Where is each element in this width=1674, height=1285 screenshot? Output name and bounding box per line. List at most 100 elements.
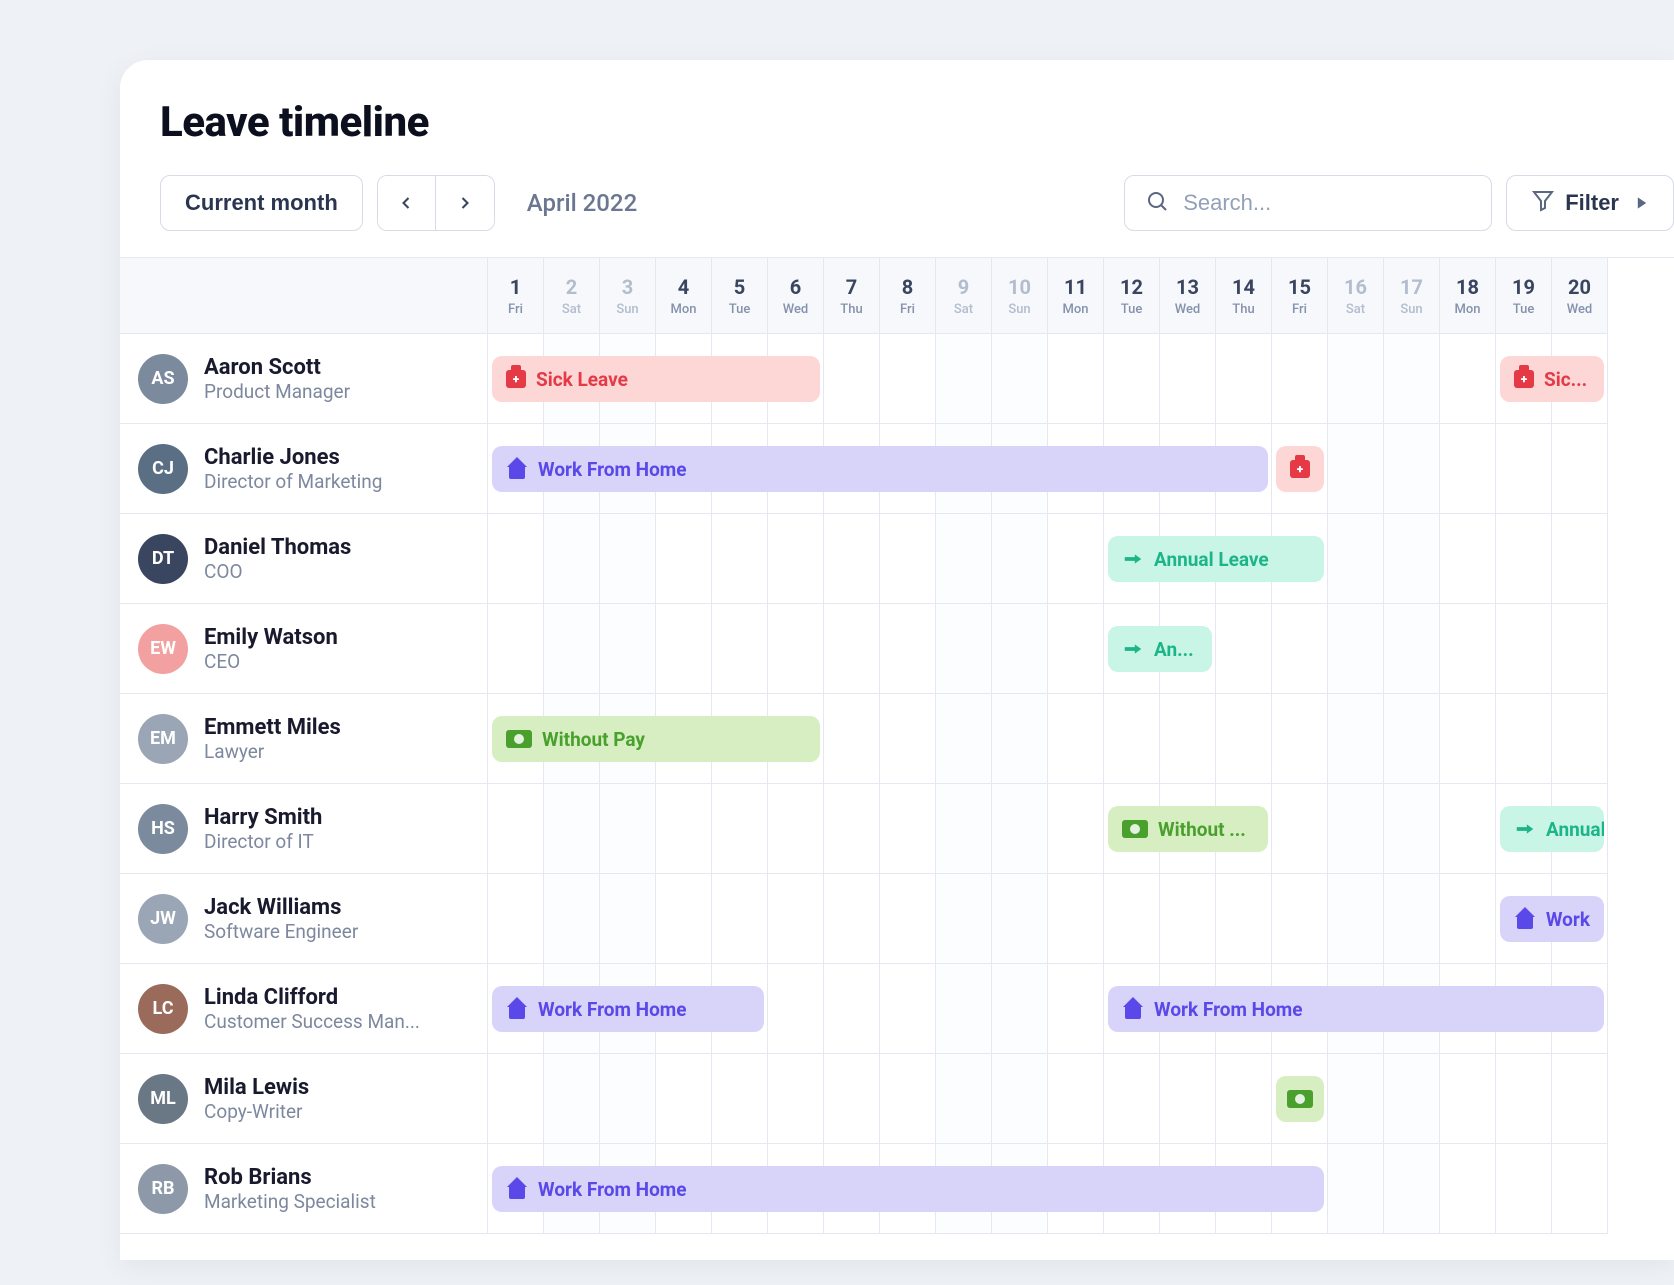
day-cell[interactable] bbox=[1328, 784, 1384, 874]
person-cell[interactable]: JWJack WilliamsSoftware Engineer bbox=[120, 874, 488, 964]
day-cell[interactable] bbox=[1552, 1144, 1608, 1234]
day-cell[interactable] bbox=[824, 964, 880, 1054]
day-cell[interactable] bbox=[936, 604, 992, 694]
search-box[interactable] bbox=[1124, 175, 1492, 231]
day-cell[interactable] bbox=[1328, 694, 1384, 784]
day-cell[interactable] bbox=[1328, 424, 1384, 514]
day-cell[interactable] bbox=[600, 514, 656, 604]
day-cell[interactable] bbox=[824, 694, 880, 784]
day-cell[interactable] bbox=[1328, 874, 1384, 964]
day-cell[interactable] bbox=[880, 334, 936, 424]
person-cell[interactable]: CJCharlie JonesDirector of Marketing bbox=[120, 424, 488, 514]
day-cell[interactable] bbox=[656, 604, 712, 694]
day-cell[interactable] bbox=[992, 1054, 1048, 1144]
leave-event-nopay[interactable] bbox=[1276, 1076, 1324, 1122]
day-cell[interactable] bbox=[1104, 694, 1160, 784]
day-cell[interactable] bbox=[1552, 424, 1608, 514]
day-cell[interactable] bbox=[768, 784, 824, 874]
day-cell[interactable] bbox=[880, 694, 936, 784]
day-cell[interactable] bbox=[992, 604, 1048, 694]
day-cell[interactable] bbox=[1384, 694, 1440, 784]
day-cell[interactable] bbox=[1440, 424, 1496, 514]
day-cell[interactable] bbox=[824, 1054, 880, 1144]
day-cell[interactable] bbox=[488, 874, 544, 964]
day-cell[interactable] bbox=[600, 604, 656, 694]
day-cell[interactable] bbox=[1328, 514, 1384, 604]
day-cell[interactable] bbox=[880, 604, 936, 694]
leave-event-annual[interactable]: An... bbox=[1108, 626, 1212, 672]
leave-event-nopay[interactable]: Without Pay bbox=[492, 716, 820, 762]
person-cell[interactable]: MLMila LewisCopy-Writer bbox=[120, 1054, 488, 1144]
person-cell[interactable]: HSHarry SmithDirector of IT bbox=[120, 784, 488, 874]
day-cell[interactable] bbox=[656, 1054, 712, 1144]
day-cell[interactable] bbox=[656, 874, 712, 964]
day-cell[interactable] bbox=[936, 784, 992, 874]
person-cell[interactable]: RBRob BriansMarketing Specialist bbox=[120, 1144, 488, 1234]
day-cell[interactable] bbox=[992, 334, 1048, 424]
day-cell[interactable] bbox=[1552, 604, 1608, 694]
day-cell[interactable] bbox=[768, 874, 824, 964]
day-cell[interactable] bbox=[544, 784, 600, 874]
day-cell[interactable] bbox=[1384, 514, 1440, 604]
day-cell[interactable] bbox=[1048, 604, 1104, 694]
day-cell[interactable] bbox=[1496, 514, 1552, 604]
day-cell[interactable] bbox=[824, 784, 880, 874]
day-cell[interactable] bbox=[600, 874, 656, 964]
day-cell[interactable] bbox=[880, 1054, 936, 1144]
day-cell[interactable] bbox=[1160, 694, 1216, 784]
day-cell[interactable] bbox=[1048, 694, 1104, 784]
day-cell[interactable] bbox=[768, 604, 824, 694]
search-input[interactable] bbox=[1183, 190, 1471, 216]
day-cell[interactable] bbox=[1160, 1054, 1216, 1144]
person-cell[interactable]: EWEmily WatsonCEO bbox=[120, 604, 488, 694]
day-cell[interactable] bbox=[1384, 784, 1440, 874]
leave-event-annual[interactable]: Annual bbox=[1500, 806, 1604, 852]
day-cell[interactable] bbox=[488, 604, 544, 694]
day-cell[interactable] bbox=[1440, 784, 1496, 874]
day-cell[interactable] bbox=[1384, 604, 1440, 694]
day-cell[interactable] bbox=[1048, 964, 1104, 1054]
day-cell[interactable] bbox=[1552, 1054, 1608, 1144]
day-cell[interactable] bbox=[1328, 334, 1384, 424]
person-cell[interactable]: DTDaniel ThomasCOO bbox=[120, 514, 488, 604]
person-cell[interactable]: EMEmmett MilesLawyer bbox=[120, 694, 488, 784]
day-cell[interactable] bbox=[1048, 784, 1104, 874]
day-cell[interactable] bbox=[936, 1054, 992, 1144]
leave-event-nopay[interactable]: Without ... bbox=[1108, 806, 1268, 852]
day-cell[interactable] bbox=[1440, 1054, 1496, 1144]
day-cell[interactable] bbox=[824, 604, 880, 694]
day-cell[interactable] bbox=[1048, 874, 1104, 964]
day-cell[interactable] bbox=[1496, 694, 1552, 784]
day-cell[interactable] bbox=[1440, 334, 1496, 424]
day-cell[interactable] bbox=[768, 514, 824, 604]
day-cell[interactable] bbox=[1160, 334, 1216, 424]
day-cell[interactable] bbox=[712, 514, 768, 604]
day-cell[interactable] bbox=[600, 784, 656, 874]
day-cell[interactable] bbox=[1216, 1054, 1272, 1144]
day-cell[interactable] bbox=[1328, 604, 1384, 694]
day-cell[interactable] bbox=[656, 514, 712, 604]
day-cell[interactable] bbox=[992, 514, 1048, 604]
day-cell[interactable] bbox=[488, 784, 544, 874]
day-cell[interactable] bbox=[936, 334, 992, 424]
day-cell[interactable] bbox=[1496, 1144, 1552, 1234]
filter-button[interactable]: Filter bbox=[1506, 175, 1674, 231]
person-cell[interactable]: ASAaron ScottProduct Manager bbox=[120, 334, 488, 424]
leave-event-annual[interactable]: Annual Leave bbox=[1108, 536, 1324, 582]
day-cell[interactable] bbox=[880, 514, 936, 604]
day-cell[interactable] bbox=[1384, 1054, 1440, 1144]
day-cell[interactable] bbox=[936, 694, 992, 784]
day-cell[interactable] bbox=[1384, 334, 1440, 424]
day-cell[interactable] bbox=[544, 514, 600, 604]
day-cell[interactable] bbox=[992, 874, 1048, 964]
day-cell[interactable] bbox=[992, 694, 1048, 784]
leave-event-sick[interactable]: Sic... bbox=[1500, 356, 1604, 402]
day-cell[interactable] bbox=[1216, 334, 1272, 424]
day-cell[interactable] bbox=[1440, 1144, 1496, 1234]
leave-event-sick[interactable] bbox=[1276, 446, 1324, 492]
leave-event-wfh[interactable]: Work From Home bbox=[492, 1166, 1324, 1212]
day-cell[interactable] bbox=[1384, 1144, 1440, 1234]
day-cell[interactable] bbox=[1104, 874, 1160, 964]
leave-event-sick[interactable]: Sick Leave bbox=[492, 356, 820, 402]
day-cell[interactable] bbox=[712, 784, 768, 874]
